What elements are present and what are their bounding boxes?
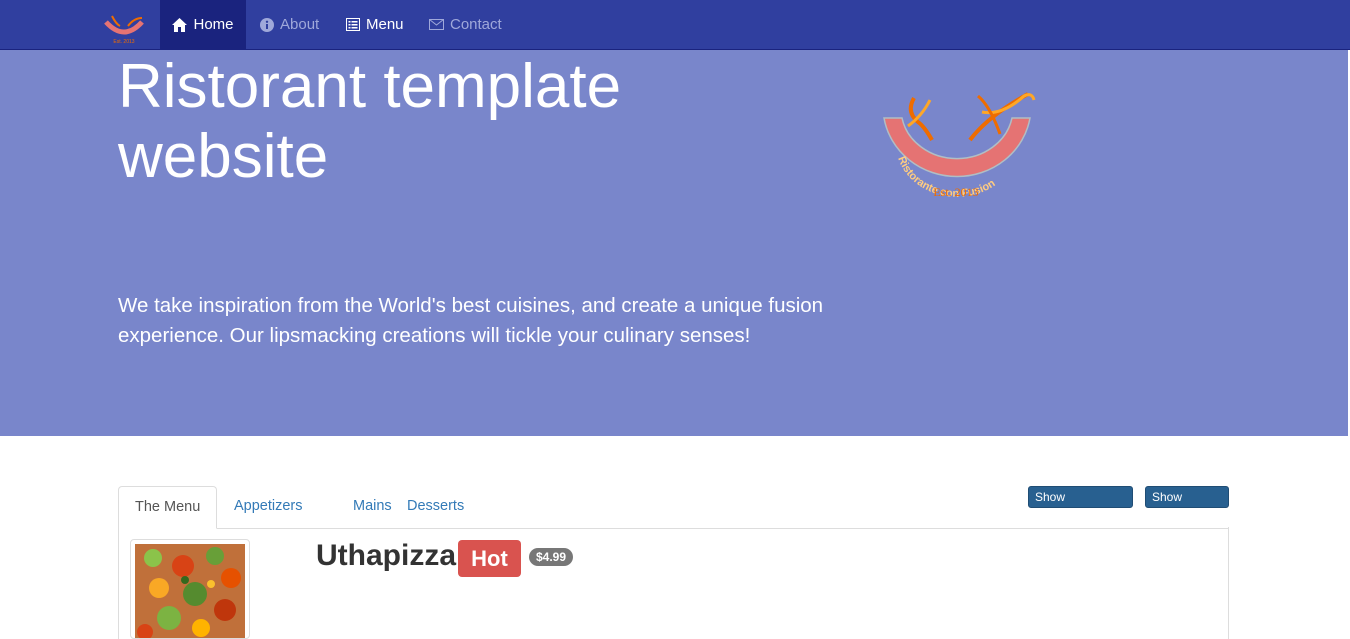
- list-icon: [346, 18, 360, 31]
- hot-badge: Hot: [458, 540, 521, 577]
- tab-appetizers[interactable]: Appetizers: [218, 486, 319, 527]
- restaurant-logo: Ristorante con Fusion Est. 2013: [878, 86, 1040, 202]
- nav-home[interactable]: Home: [160, 0, 246, 49]
- show-comments-button[interactable]: Show Comments: [1028, 486, 1133, 524]
- nav-about[interactable]: About: [260, 0, 319, 49]
- tab-desserts[interactable]: Desserts: [391, 486, 480, 527]
- brand-logo[interactable]: Est. 2013: [102, 12, 146, 46]
- tab-content: [118, 527, 1229, 639]
- show-details-button[interactable]: Show Details: [1145, 486, 1229, 524]
- nav-home-label: Home: [193, 16, 234, 33]
- nav-contact[interactable]: Contact: [429, 0, 502, 49]
- price-badge: $4.99: [529, 548, 574, 566]
- info-icon: [260, 17, 274, 32]
- dish-thumbnail: [130, 539, 250, 639]
- navbar: Est. 2013 Home About Menu Contact: [0, 0, 1350, 50]
- tab-the-menu[interactable]: The Menu: [118, 486, 218, 529]
- nav-menu[interactable]: Menu: [346, 0, 404, 49]
- jumbotron: Ristorant template website We take inspi…: [0, 50, 1348, 436]
- svg-text:Est. 2013: Est. 2013: [113, 39, 134, 45]
- nav-about-label: About: [280, 16, 320, 33]
- nav-menu-label: Menu: [366, 16, 404, 33]
- jumbotron-text: We take inspiration from the World's bes…: [118, 294, 824, 347]
- page-title: Ristorant template website: [118, 52, 622, 191]
- nav-contact-label: Contact: [450, 16, 502, 33]
- envelope-icon: [429, 19, 444, 30]
- svg-text:Est. 2013: Est. 2013: [933, 185, 978, 199]
- home-icon: [172, 17, 188, 32]
- dish-name: Uthapizza: [316, 539, 457, 572]
